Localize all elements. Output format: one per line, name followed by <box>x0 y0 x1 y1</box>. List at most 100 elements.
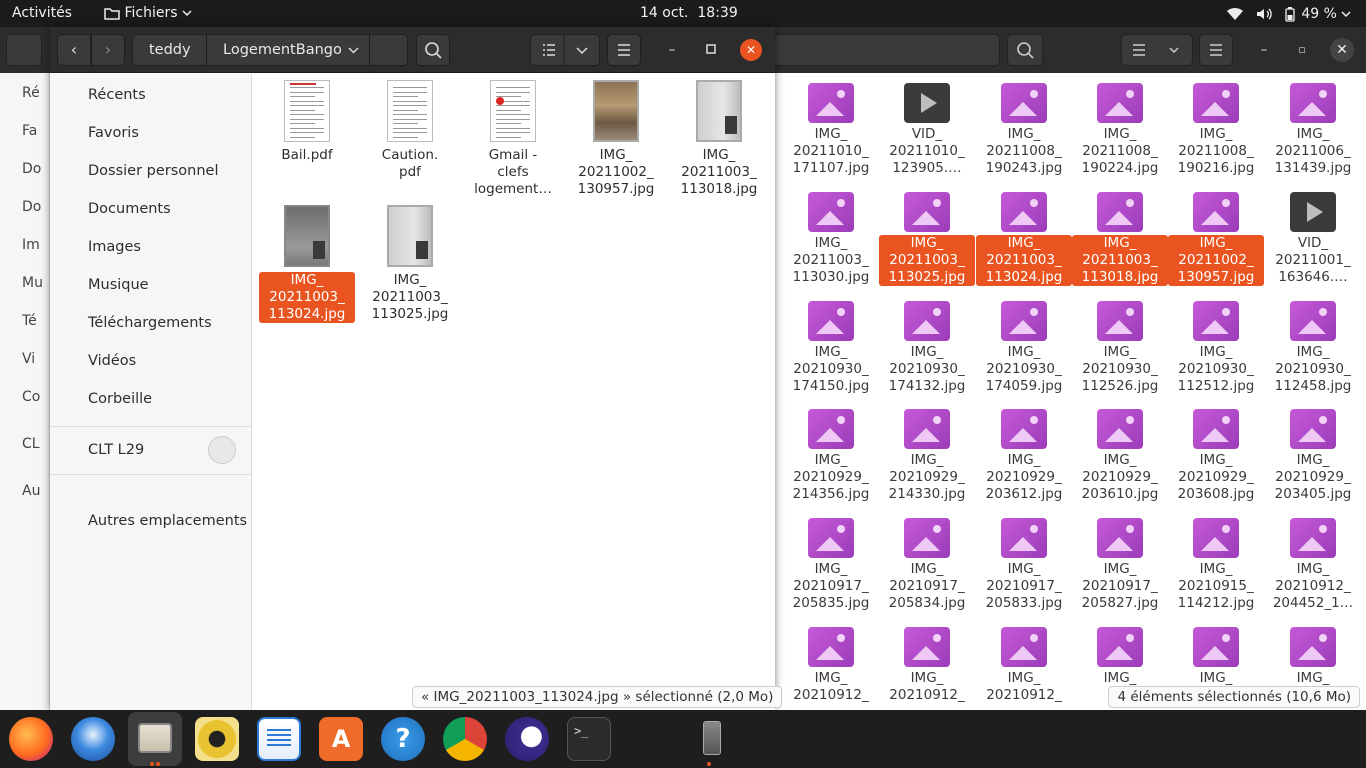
sidebar-item-corbeille[interactable]: Corbeille <box>50 380 251 418</box>
back-file-item[interactable]: IMG_ 20211008_ 190224.jpg <box>1072 83 1168 177</box>
back-nav-button[interactable] <box>6 34 42 66</box>
back-file-item[interactable]: VID_ 20211001_ 163646.… <box>1265 192 1361 286</box>
dock-files[interactable] <box>128 712 182 766</box>
path-bar-empty[interactable] <box>369 34 408 66</box>
file-item[interactable]: IMG_ 20211003_ 113018.jpg <box>671 80 767 198</box>
back-file-item[interactable]: IMG_ 20211002_ 130957.jpg <box>1168 192 1264 286</box>
back-file-item[interactable]: IMG_ 20210929_ 214330.jpg <box>879 409 975 503</box>
back-path-bar[interactable] <box>760 34 1000 66</box>
back-file-item[interactable]: IMG_ 20211003_ 113024.jpg <box>976 192 1072 286</box>
sidebar-item-other-locations[interactable]: Autres emplacements <box>50 502 251 540</box>
clock[interactable]: 14 oct. 18:39 <box>640 5 738 21</box>
back-close-button[interactable]: ✕ <box>1330 38 1354 62</box>
back-file-item[interactable]: IMG_ 20210915_ 114212.jpg <box>1168 518 1264 612</box>
back-file-item[interactable]: IMG_ 20210930_ 112458.jpg <box>1265 301 1361 395</box>
back-sidebar-item[interactable]: Au <box>12 483 40 499</box>
view-toggle-button[interactable] <box>530 34 600 66</box>
back-file-item[interactable]: IMG_ 20210912_ <box>976 627 1072 704</box>
back-file-item[interactable]: IMG_ 20211010_ 171107.jpg <box>783 83 879 177</box>
back-view-button[interactable] <box>1121 34 1193 66</box>
forward-button[interactable]: › <box>91 34 125 66</box>
file-item[interactable]: IMG_ 20211003_ 113025.jpg <box>362 205 458 323</box>
back-maximize-button[interactable]: ▫ <box>1292 40 1312 60</box>
sidebar-item-device[interactable]: CLT L29 <box>50 427 251 473</box>
sidebar-item-documents[interactable]: Documents <box>50 190 251 228</box>
minimize-button[interactable]: – <box>662 40 682 60</box>
back-sidebar-item[interactable]: Vi <box>12 351 35 367</box>
activities-button[interactable]: Activités <box>12 5 72 21</box>
back-file-item[interactable]: IMG_ 20210929_ 203610.jpg <box>1072 409 1168 503</box>
dock-thunderbird[interactable] <box>71 717 115 761</box>
back-sidebar-item[interactable]: Im <box>12 237 40 253</box>
back-sidebar-item[interactable]: Do <box>12 161 41 177</box>
dock-phone[interactable] <box>690 717 734 761</box>
sidebar-item-musique[interactable]: Musique <box>50 266 251 304</box>
back-sidebar-item[interactable]: Ré <box>12 85 40 101</box>
sidebar-item-t-l-chargements[interactable]: Téléchargements <box>50 304 251 342</box>
back-file-item[interactable]: IMG_ 20210929_ 214356.jpg <box>783 409 879 503</box>
back-file-item[interactable]: IMG_ 20210930_ 174150.jpg <box>783 301 879 395</box>
back-file-item[interactable]: IMG_ 20210929_ 203608.jpg <box>1168 409 1264 503</box>
back-sidebar-item[interactable]: CL <box>12 436 40 452</box>
dock-libreoffice-writer[interactable] <box>257 717 301 761</box>
back-sidebar-item[interactable]: Mu <box>12 275 43 291</box>
back-file-item[interactable]: VID_ 20211010_ 123905.… <box>879 83 975 177</box>
back-menu-button[interactable] <box>1199 34 1233 66</box>
close-button[interactable]: ✕ <box>740 39 762 61</box>
file-item[interactable]: Gmail - clefs logement… <box>465 80 561 198</box>
back-file-item[interactable]: IMG_ 20210917_ 205835.jpg <box>783 518 879 612</box>
back-file-item[interactable]: IMG_ <box>1265 627 1361 687</box>
back-file-item[interactable]: IMG_ 20210912_ <box>879 627 975 704</box>
sidebar-item-r-cents[interactable]: Récents <box>50 76 251 114</box>
app-menu[interactable]: Fichiers <box>104 5 192 21</box>
back-sidebar-item[interactable]: Fa <box>12 123 37 139</box>
back-file-item[interactable]: IMG_ 20210930_ 112512.jpg <box>1168 301 1264 395</box>
back-file-item[interactable]: IMG_ 20210917_ 205827.jpg <box>1072 518 1168 612</box>
back-file-item[interactable]: IMG_ 20210930_ 112526.jpg <box>1072 301 1168 395</box>
sidebar-item-vid-os[interactable]: Vidéos <box>50 342 251 380</box>
back-file-item[interactable]: IMG_ 20211008_ 190216.jpg <box>1168 83 1264 177</box>
search-button[interactable] <box>416 34 450 66</box>
file-item[interactable]: Bail.pdf <box>259 80 355 164</box>
back-file-item[interactable]: IMG_ 20211003_ 113018.jpg <box>1072 192 1168 286</box>
back-file-item[interactable]: IMG_ 20210930_ 174132.jpg <box>879 301 975 395</box>
file-item[interactable]: IMG_ 20211002_ 130957.jpg <box>568 80 664 198</box>
dock-software-center[interactable]: A <box>319 717 363 761</box>
back-file-item[interactable]: IMG_ 20211008_ 190243.jpg <box>976 83 1072 177</box>
back-file-item[interactable]: IMG_ 20210930_ 174059.jpg <box>976 301 1072 395</box>
back-file-item[interactable]: IMG_ 20211003_ 113030.jpg <box>783 192 879 286</box>
dock-eclipse[interactable] <box>505 717 549 761</box>
back-file-item[interactable]: IMG_ 20211003_ 113025.jpg <box>879 192 975 286</box>
back-search-button[interactable] <box>1007 34 1043 66</box>
back-sidebar-item[interactable]: Té <box>12 313 37 329</box>
back-file-item[interactable]: IMG_ 20210929_ 203405.jpg <box>1265 409 1361 503</box>
dock-show-apps[interactable] <box>1312 717 1356 761</box>
back-button[interactable]: ‹ <box>57 34 91 66</box>
eject-button[interactable] <box>208 436 236 464</box>
back-sidebar-item[interactable]: Do <box>12 199 41 215</box>
sidebar-item-images[interactable]: Images <box>50 228 251 266</box>
back-file-item[interactable]: IMG_ 20210912_ <box>783 627 879 704</box>
file-item[interactable]: IMG_ 20211003_ 113024.jpg <box>259 205 355 323</box>
dock-terminal[interactable]: >_ <box>567 717 611 761</box>
dock-vscode[interactable] <box>629 717 673 761</box>
sidebar-item-favoris[interactable]: Favoris <box>50 114 251 152</box>
dock-chrome[interactable] <box>443 717 487 761</box>
back-sidebar-item[interactable]: Co <box>12 389 40 405</box>
back-file-item[interactable]: IMG_ 20210917_ 205833.jpg <box>976 518 1072 612</box>
back-file-item[interactable]: IMG_ 20210929_ 203612.jpg <box>976 409 1072 503</box>
dock-help[interactable]: ? <box>381 717 425 761</box>
back-file-item[interactable]: IMG_ 20210912_ 204452_1… <box>1265 518 1361 612</box>
back-minimize-button[interactable]: – <box>1254 40 1274 60</box>
sidebar-item-dossier-personnel[interactable]: Dossier personnel <box>50 152 251 190</box>
system-menu[interactable]: 49 % <box>1226 6 1351 22</box>
dock-rhythmbox[interactable] <box>195 717 239 761</box>
breadcrumb-teddy[interactable]: teddy <box>132 34 208 66</box>
back-file-item[interactable]: IMG_ 20210917_ 205834.jpg <box>879 518 975 612</box>
menu-button[interactable] <box>607 34 641 66</box>
breadcrumb-logementbango[interactable]: LogementBango <box>206 34 370 66</box>
back-file-item[interactable]: IMG_ 20211006_ 131439.jpg <box>1265 83 1361 177</box>
dock-firefox[interactable] <box>9 717 53 761</box>
file-item[interactable]: Caution. pdf <box>362 80 458 181</box>
maximize-button[interactable] <box>701 40 721 60</box>
